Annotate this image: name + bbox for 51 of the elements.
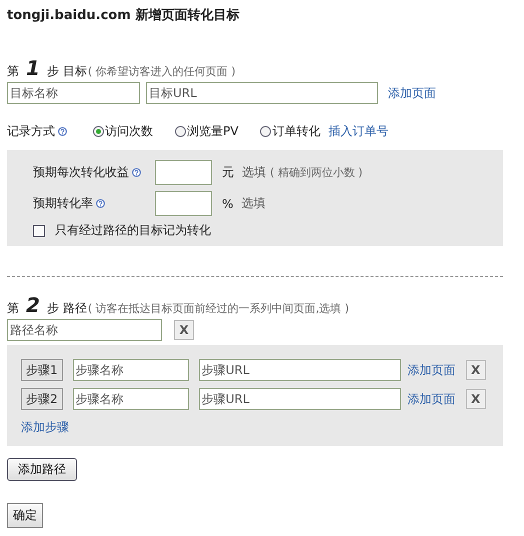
step-title: 路径 [62,300,87,317]
radio-button[interactable] [260,126,272,137]
step-button[interactable]: 步骤1 [21,359,63,381]
input-field[interactable]: 路径名称 [7,319,162,341]
input-field[interactable] [155,160,212,185]
checkbox[interactable] [33,224,45,236]
help-icon[interactable] [96,199,105,208]
page-title: tongji.baidu.com 新增页面转化目标 [7,6,240,24]
input-field[interactable]: 步骤名称 [72,359,189,381]
step-prefix: 第 [7,300,19,317]
add-step-link[interactable]: 添加步骤 [21,419,69,436]
add-page-link[interactable]: 添加页面 [408,362,456,378]
field-label: 预期每次转化收益 [33,164,129,181]
radio-label: 访问次数 [105,123,153,140]
radio-button[interactable] [175,126,186,137]
radio-label: 浏览量PV [187,123,238,140]
checkbox-label: 只有经过路径的目标记为转化 [55,222,211,239]
step-label: 步 [46,63,59,80]
field-note: ( 精确到两位小数 ) [270,165,363,180]
confirm-button[interactable]: 确定 [7,503,43,528]
step-note: ( 访客在抵达目标页面前经过的一系列中间页面,选填 ) [88,301,349,316]
help-icon[interactable] [132,168,141,177]
help-icon[interactable] [58,127,67,136]
input-field[interactable]: 目标URL [146,82,378,104]
input-field[interactable]: 步骤名称 [72,388,189,410]
unit-label: 元 [222,164,234,181]
field-label: 预期转化率 [33,195,93,212]
input-field[interactable]: 步骤URL [198,359,401,381]
step-label: 步 [46,300,59,317]
remove-button[interactable]: X [466,360,486,380]
add-page-link[interactable]: 添加页面 [408,390,456,408]
radio-button[interactable] [93,126,104,137]
input-field[interactable]: 目标名称 [7,82,140,104]
add-page-link[interactable]: 添加页面 [388,84,436,102]
step-number: 2 [25,293,41,317]
input-field[interactable] [155,191,212,216]
field-label: 记录方式 [7,123,55,140]
input-field[interactable]: 步骤URL [198,388,401,410]
optional-hint: 选填 [241,195,266,212]
insert-order-link[interactable]: 插入订单号 [328,123,388,140]
step-number: 1 [25,56,41,80]
step-prefix: 第 [7,63,19,80]
remove-button[interactable]: X [174,320,194,340]
remove-button[interactable]: X [466,389,486,409]
add-path-button[interactable]: 添加路径 [7,458,77,481]
optional-hint: 选填 [242,164,266,181]
step-button[interactable]: 步骤2 [21,388,63,410]
step-note: ( 你希望访客进入的任何页面 ) [88,64,236,79]
radio-label: 订单转化 [272,123,320,140]
unit-label: % [222,196,234,210]
step-title: 目标 [62,63,87,80]
